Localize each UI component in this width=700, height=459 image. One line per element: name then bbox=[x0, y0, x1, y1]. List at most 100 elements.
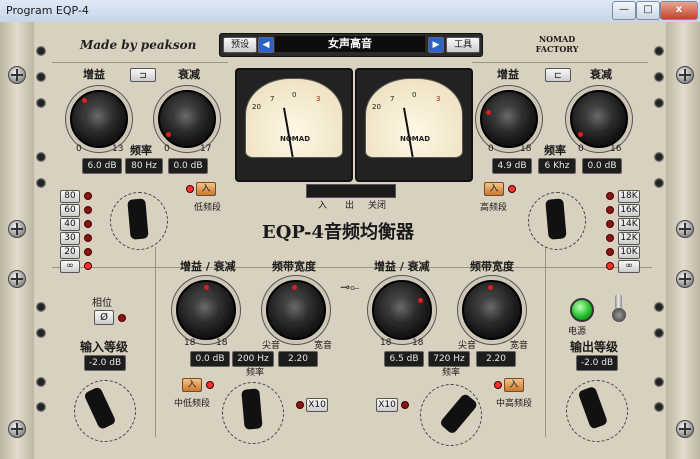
meter-off-label[interactable]: 关闭 bbox=[368, 198, 386, 211]
preset-button[interactable]: 预设 bbox=[223, 37, 257, 53]
power-led-icon bbox=[570, 298, 594, 322]
panel-hole-icon bbox=[36, 72, 46, 82]
low-boost-knob[interactable] bbox=[70, 90, 128, 148]
low-freq-option[interactable]: 80 bbox=[60, 190, 80, 203]
ml-freq-label: 频率 bbox=[246, 368, 265, 378]
low-atten-min: 0 bbox=[164, 144, 170, 154]
low-freq-option[interactable]: 40 bbox=[60, 218, 80, 231]
close-button[interactable]: x bbox=[660, 1, 698, 20]
meter-in-label[interactable]: 入 bbox=[318, 198, 327, 211]
low-shape-button[interactable]: ⊐ bbox=[130, 68, 156, 82]
high-freq-option[interactable]: 18K bbox=[618, 190, 640, 203]
high-boost-knob[interactable] bbox=[480, 90, 538, 148]
low-freq-option[interactable]: 20 bbox=[60, 246, 80, 259]
knob-indicator bbox=[488, 285, 493, 290]
high-freq-knob[interactable] bbox=[528, 192, 586, 250]
low-boost-min: 0 bbox=[76, 144, 82, 154]
divider bbox=[52, 267, 652, 268]
vu-meter-right: 20 7 0 3 NOMAD bbox=[355, 68, 473, 182]
high-freq-option[interactable]: 14K bbox=[618, 218, 640, 231]
knob-cap bbox=[584, 104, 614, 134]
knob-cap bbox=[477, 295, 507, 325]
output-level-label: 输出等级 bbox=[570, 340, 619, 354]
panel-hole-icon bbox=[36, 98, 46, 108]
knob-indicator bbox=[486, 110, 491, 115]
mh-enable-button[interactable]: 入 bbox=[504, 378, 524, 392]
led-icon bbox=[606, 192, 614, 200]
knob-indicator bbox=[418, 298, 423, 303]
low-freq-option[interactable]: ∞ bbox=[60, 260, 80, 273]
high-shape-button[interactable]: ⊏ bbox=[545, 68, 571, 82]
pointer-knob-icon bbox=[83, 386, 117, 431]
low-freq-label: 频率 bbox=[130, 144, 152, 157]
high-atten-max: 16 bbox=[610, 144, 622, 154]
ml-gain-max: 18 bbox=[216, 338, 228, 348]
led-icon bbox=[206, 381, 214, 389]
high-section-label: 高频段 bbox=[480, 203, 508, 213]
ml-enable-button[interactable]: 入 bbox=[182, 378, 202, 392]
divider bbox=[472, 62, 648, 63]
maximize-button[interactable]: □ bbox=[636, 1, 660, 20]
high-atten-min: 0 bbox=[578, 144, 584, 154]
high-boost-display: 4.9 dB bbox=[492, 158, 532, 174]
led-icon bbox=[606, 220, 614, 228]
preset-name-display[interactable]: 女声高音 bbox=[275, 36, 425, 52]
vu-scale-label: 3 bbox=[436, 95, 441, 103]
power-toggle-switch[interactable] bbox=[612, 294, 626, 324]
high-freq-option[interactable]: 16K bbox=[618, 204, 640, 217]
vu-scale-label: 3 bbox=[316, 95, 321, 103]
high-shelf-icon: ⊏ bbox=[554, 71, 562, 81]
low-freq-knob[interactable] bbox=[110, 192, 168, 250]
low-freq-option[interactable]: 30 bbox=[60, 232, 80, 245]
next-preset-button[interactable]: ▶ bbox=[428, 37, 444, 53]
tools-button[interactable]: 工具 bbox=[446, 37, 480, 53]
mh-gain-display: 6.5 dB bbox=[384, 351, 424, 367]
high-atten-label: 衰减 bbox=[590, 68, 612, 81]
meter-mode-switch[interactable] bbox=[306, 184, 396, 198]
prev-preset-button[interactable]: ◀ bbox=[258, 37, 274, 53]
brand-label: Made by peakson bbox=[80, 38, 197, 52]
ml-x10-button[interactable]: X10 bbox=[306, 398, 328, 412]
mh-freq-knob[interactable] bbox=[420, 384, 482, 446]
minimize-button[interactable]: — bbox=[612, 1, 636, 20]
knob-cap bbox=[84, 104, 114, 134]
pointer-knob-icon bbox=[577, 385, 609, 430]
low-shelf-icon: ⊐ bbox=[139, 71, 147, 81]
rack-screw-icon bbox=[676, 270, 694, 288]
mh-x10-button[interactable]: X10 bbox=[376, 398, 398, 412]
output-level-display: -2.0 dB bbox=[576, 355, 618, 371]
panel-hole-icon bbox=[36, 178, 46, 188]
ml-gain-min: 18 bbox=[184, 338, 196, 348]
phase-button[interactable]: Ø bbox=[94, 310, 114, 325]
high-freq-option[interactable]: ∞ bbox=[618, 260, 640, 273]
input-level-knob[interactable] bbox=[74, 380, 136, 442]
meter-out-label[interactable]: 出 bbox=[345, 198, 354, 211]
left-rack-rail bbox=[0, 22, 34, 459]
ml-bw-knob[interactable] bbox=[266, 280, 326, 340]
high-freq-option[interactable]: 12K bbox=[618, 232, 640, 245]
mh-gain-knob[interactable] bbox=[372, 280, 432, 340]
ml-freq-knob[interactable] bbox=[222, 382, 284, 444]
mh-freq-label: 频率 bbox=[442, 368, 461, 378]
panel-hole-icon bbox=[654, 178, 664, 188]
panel-hole-icon bbox=[654, 377, 664, 387]
panel-hole-icon bbox=[36, 152, 46, 162]
output-level-knob[interactable] bbox=[566, 380, 628, 442]
rack-screw-icon bbox=[676, 220, 694, 238]
led-icon bbox=[606, 248, 614, 256]
high-atten-knob[interactable] bbox=[570, 90, 628, 148]
led-icon bbox=[606, 262, 614, 270]
mh-bw-knob[interactable] bbox=[462, 280, 522, 340]
knob-cap bbox=[191, 295, 221, 325]
vu-scale-label: 7 bbox=[390, 95, 395, 103]
right-rack-rail bbox=[666, 22, 700, 459]
high-enable-button[interactable]: 入 bbox=[484, 182, 504, 196]
low-enable-button[interactable]: 入 bbox=[196, 182, 216, 196]
mh-section-label: 中高频段 bbox=[496, 399, 533, 409]
panel-hole-icon bbox=[654, 402, 664, 412]
high-freq-option[interactable]: 10K bbox=[618, 246, 640, 259]
low-freq-option[interactable]: 60 bbox=[60, 204, 80, 217]
low-atten-max: 17 bbox=[200, 144, 212, 154]
ml-gain-knob[interactable] bbox=[176, 280, 236, 340]
low-atten-knob[interactable] bbox=[158, 90, 216, 148]
